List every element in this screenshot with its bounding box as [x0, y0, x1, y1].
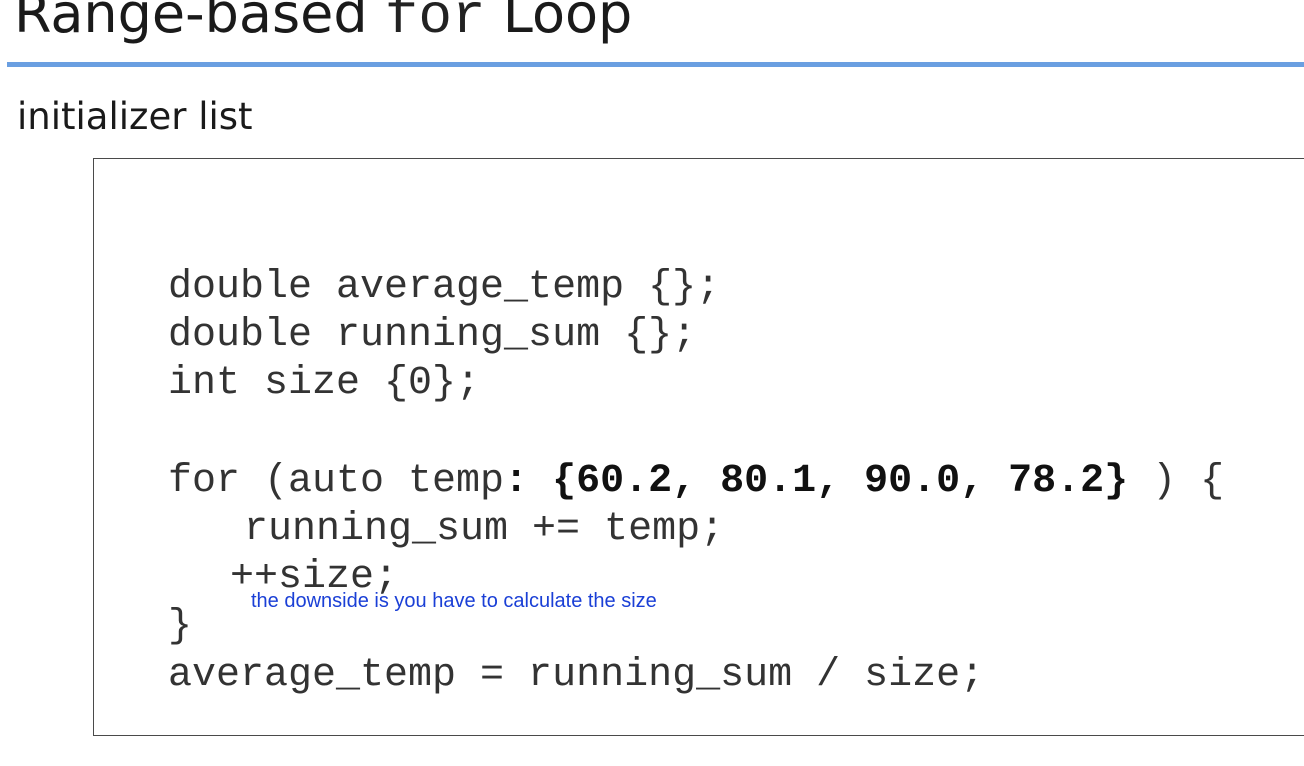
code-line-2: double running_sum {};	[168, 313, 697, 358]
title-text-pre: Range-based	[14, 0, 385, 45]
title-underline-rule	[7, 62, 1304, 67]
code-line-5: running_sum += temp;	[244, 507, 725, 552]
code-line-4-pre: for (auto temp	[168, 459, 505, 504]
code-line-4-post: ) {	[1128, 459, 1225, 504]
code-line-4-initializer-list: : {60.2, 80.1, 90.0, 78.2}	[504, 459, 1129, 504]
annotation-note: the downside is you have to calculate th…	[251, 590, 657, 612]
title-text-post: Loop	[485, 0, 633, 45]
code-line-4: for (auto temp: {60.2, 80.1, 90.0, 78.2}…	[168, 458, 1224, 506]
code-line-8: average_temp = running_sum / size;	[168, 653, 985, 698]
title-keyword: for	[384, 0, 486, 49]
code-line-1: double average_temp {};	[168, 265, 721, 310]
slide-subtitle: initializer list	[17, 95, 253, 138]
slide-title: Range-based for Loop	[14, 0, 632, 57]
code-box	[93, 158, 1304, 736]
code-line-3: int size {0};	[168, 361, 481, 406]
code-line-7: }	[168, 604, 193, 649]
